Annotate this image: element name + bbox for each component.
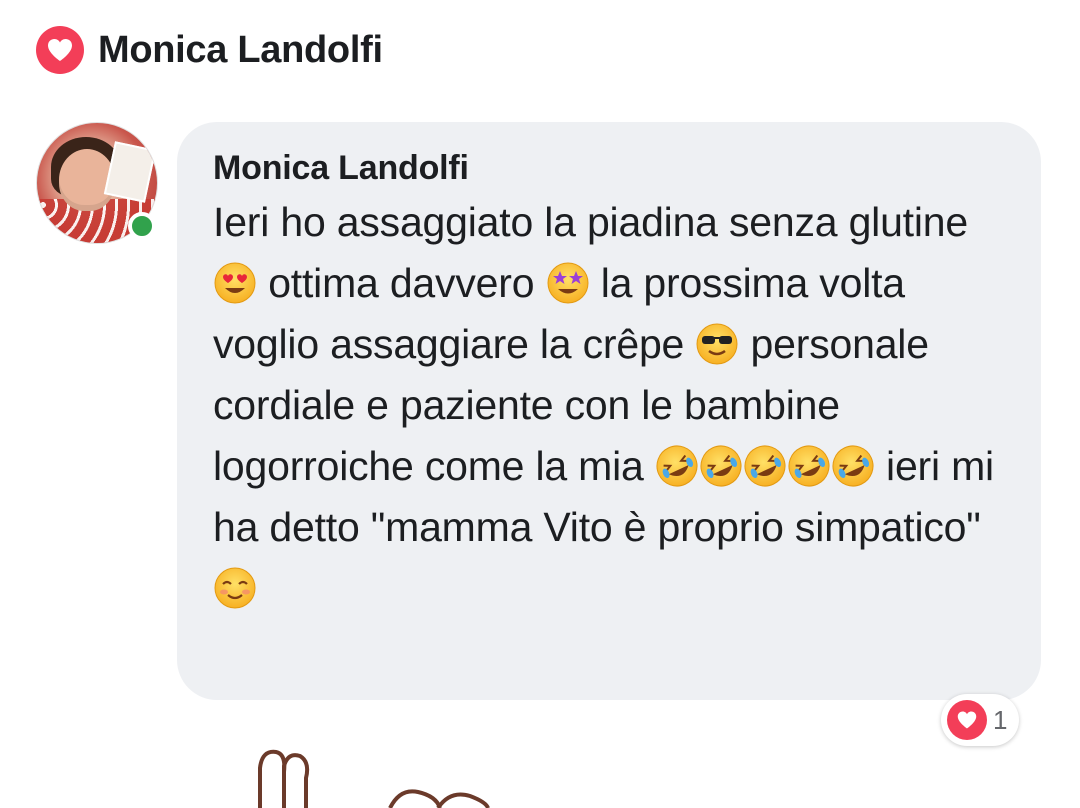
rolling-laughing-emoji <box>831 444 875 488</box>
online-status-indicator <box>128 212 156 240</box>
rolling-laughing-emoji <box>699 444 743 488</box>
comment-text-segment: Ieri ho assaggiato la piadina senza glut… <box>213 199 968 245</box>
smiling-blush-emoji <box>213 566 257 610</box>
reaction-summary[interactable]: 1 <box>941 694 1020 746</box>
heart-icon <box>36 26 84 74</box>
reaction-header: Monica Landolfi <box>36 26 383 74</box>
sunglasses-emoji <box>695 322 739 366</box>
comment-bubble[interactable]: Monica Landolfi Ieri ho assaggiato la pi… <box>177 122 1041 700</box>
rolling-laughing-emoji <box>655 444 699 488</box>
comment-screen: Monica Landolfi Monica Landolfi Ieri ho … <box>0 0 1080 808</box>
rolling-laughing-emoji <box>743 444 787 488</box>
reaction-count: 1 <box>993 704 1008 735</box>
star-struck-emoji <box>546 261 590 305</box>
header-user-name[interactable]: Monica Landolfi <box>98 29 383 72</box>
comment-text: Ieri ho assaggiato la piadina senza glut… <box>213 192 1005 619</box>
heart-icon <box>947 700 987 740</box>
rolling-laughing-emoji <box>787 444 831 488</box>
heart-eyes-emoji <box>213 261 257 305</box>
avatar[interactable] <box>36 122 158 244</box>
comment-author[interactable]: Monica Landolfi <box>213 146 1005 190</box>
comment-text-segment: ottima davvero <box>257 260 546 306</box>
sticker-drawing <box>258 749 490 808</box>
